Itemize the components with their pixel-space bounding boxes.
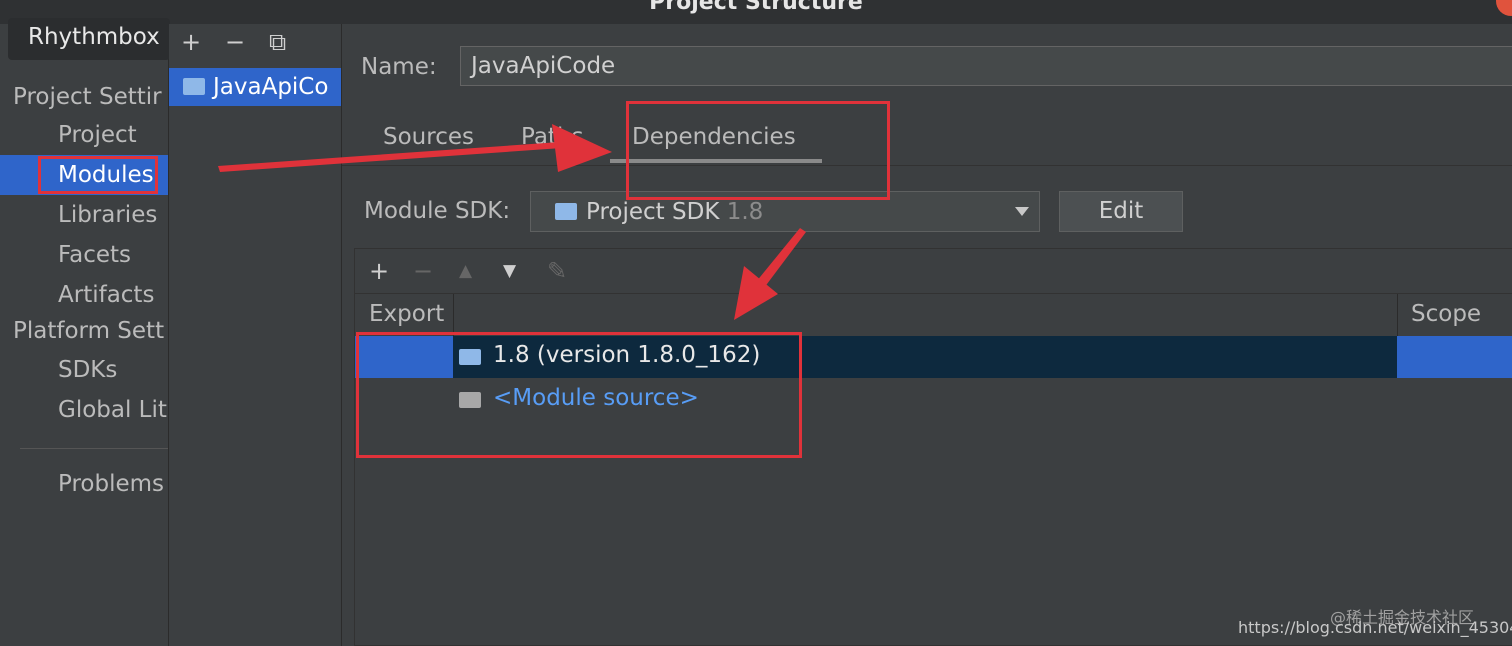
arrow-to-dependency-rows — [734, 228, 806, 320]
annotation-arrows — [218, 124, 806, 320]
watermark-url: https://blog.csdn.net/weixin_45304503 — [1238, 618, 1512, 637]
arrow-to-dependencies-tab — [218, 124, 612, 172]
